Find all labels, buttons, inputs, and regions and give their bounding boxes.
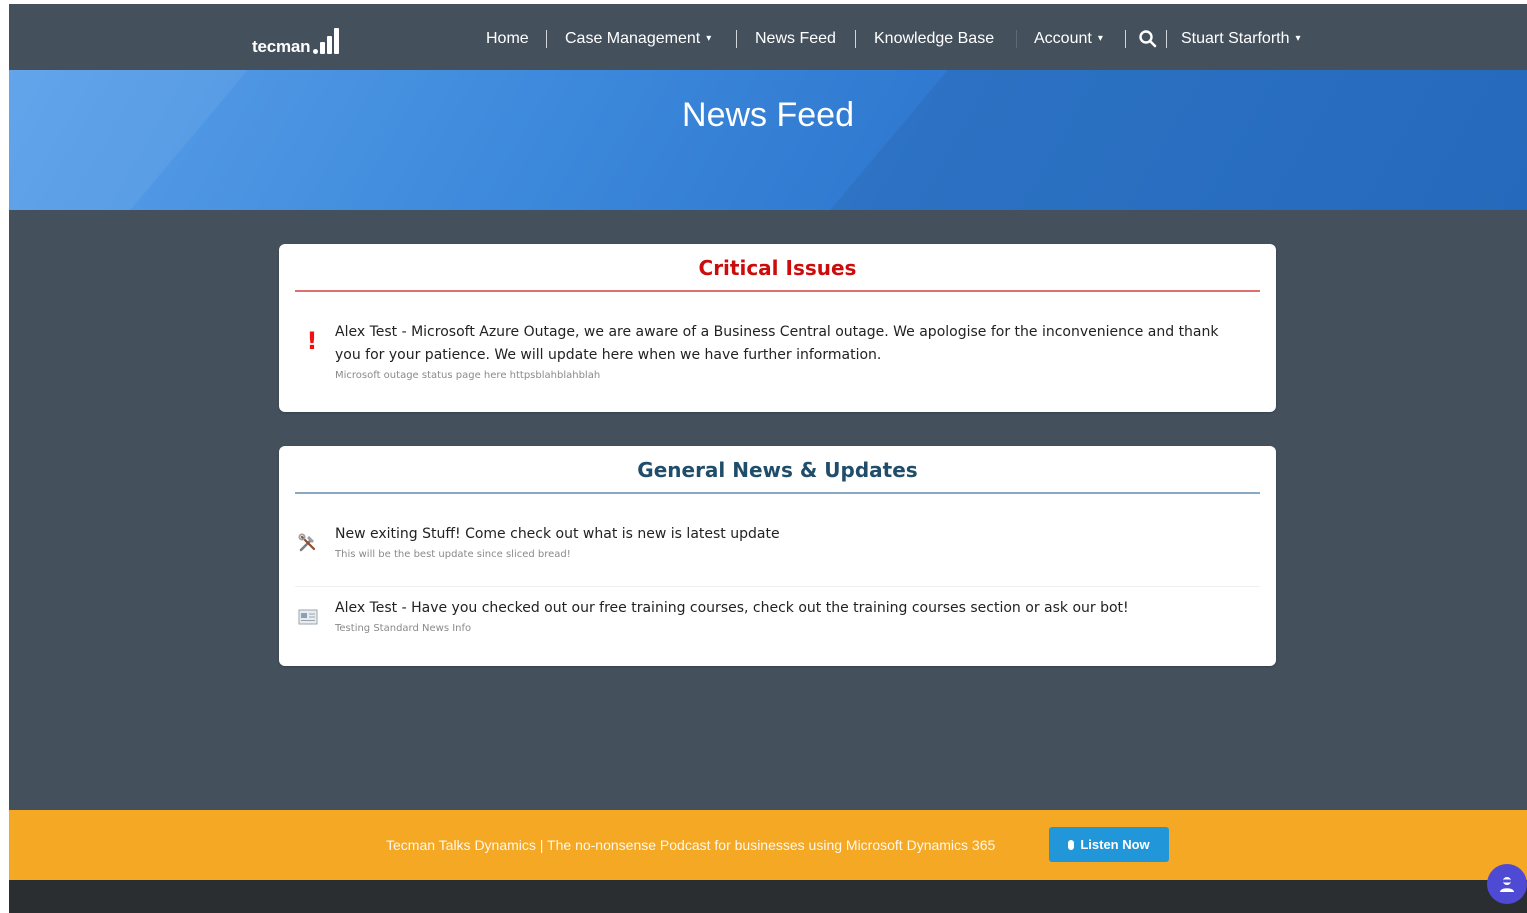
card-divider [295,290,1260,292]
nav-news-feed[interactable]: News Feed [755,29,836,49]
general-news-item[interactable]: New exiting Stuff! Come check out what i… [335,523,1246,562]
nav-knowledge-base[interactable]: Knowledge Base [874,29,994,49]
critical-issues-title: Critical Issues [698,256,857,280]
nav-divider [855,30,856,48]
hero-decor [9,70,248,210]
page-title: News Feed [682,96,854,134]
item-divider [295,586,1260,587]
general-news-title: General News & Updates [637,458,918,482]
news-item-subtext: This will be the best update since slice… [335,549,571,560]
user-name: Stuart Starforth [1181,30,1290,47]
nav-divider [1016,30,1017,48]
newspaper-icon [298,609,318,625]
nav-user-menu[interactable]: Stuart Starforth ▾ [1181,29,1301,49]
nav-divider [546,30,547,48]
listen-now-button[interactable]: Listen Now [1049,827,1169,862]
search-icon[interactable] [1138,29,1158,49]
nav-divider [736,30,737,48]
nav-case-management[interactable]: Case Management ▾ [565,29,711,49]
nav-divider [1166,30,1167,48]
news-item-text: New exiting Stuff! Come check out what i… [335,526,780,542]
chevron-down-icon: ▾ [1097,33,1103,44]
news-item-text: Alex Test - Have you checked out our fre… [335,600,1129,616]
podcast-promo-banner: Tecman Talks Dynamics | The no-nonsense … [9,810,1527,880]
microphone-icon [1068,840,1075,850]
hero-banner: News Feed [9,70,1527,210]
critical-issues-card: Critical Issues ! Alex Test - Microsoft … [279,244,1276,412]
general-news-card: General News & Updates New exiting Stuff… [279,446,1276,666]
nav-home[interactable]: Home [486,29,529,49]
chevron-down-icon: ▾ [706,33,712,44]
exclamation-icon: ! [306,327,318,355]
card-divider [295,492,1260,494]
critical-news-item[interactable]: Alex Test - Microsoft Azure Outage, we a… [335,321,1246,383]
chat-bot-icon [1500,877,1514,892]
tools-icon [298,533,316,552]
nav-divider [1125,30,1126,48]
podcast-promo-text: Tecman Talks Dynamics | The no-nonsense … [386,837,996,853]
news-item-subtext: Microsoft outage status page here httpsb… [335,370,601,381]
listen-now-label: Listen Now [1080,837,1150,852]
hero-decor [830,70,1527,210]
news-item-text: Alex Test - Microsoft Azure Outage, we a… [335,324,1219,363]
footer-bar [9,880,1527,913]
news-item-subtext: Testing Standard News Info [335,623,472,634]
page-frame: tecman Home Case Management ▾ News Feed K… [9,4,1527,913]
nav-account-label: Account [1034,30,1092,47]
chat-bot-button[interactable] [1487,864,1527,904]
chevron-down-icon: ▾ [1295,33,1301,44]
main-nav: Home Case Management ▾ News Feed Knowledg… [9,4,1527,70]
top-navbar: tecman Home Case Management ▾ News Feed K… [9,4,1527,70]
general-news-item[interactable]: Alex Test - Have you checked out our fre… [335,597,1246,636]
nav-account[interactable]: Account ▾ [1034,29,1103,49]
nav-case-management-label: Case Management [565,30,701,47]
